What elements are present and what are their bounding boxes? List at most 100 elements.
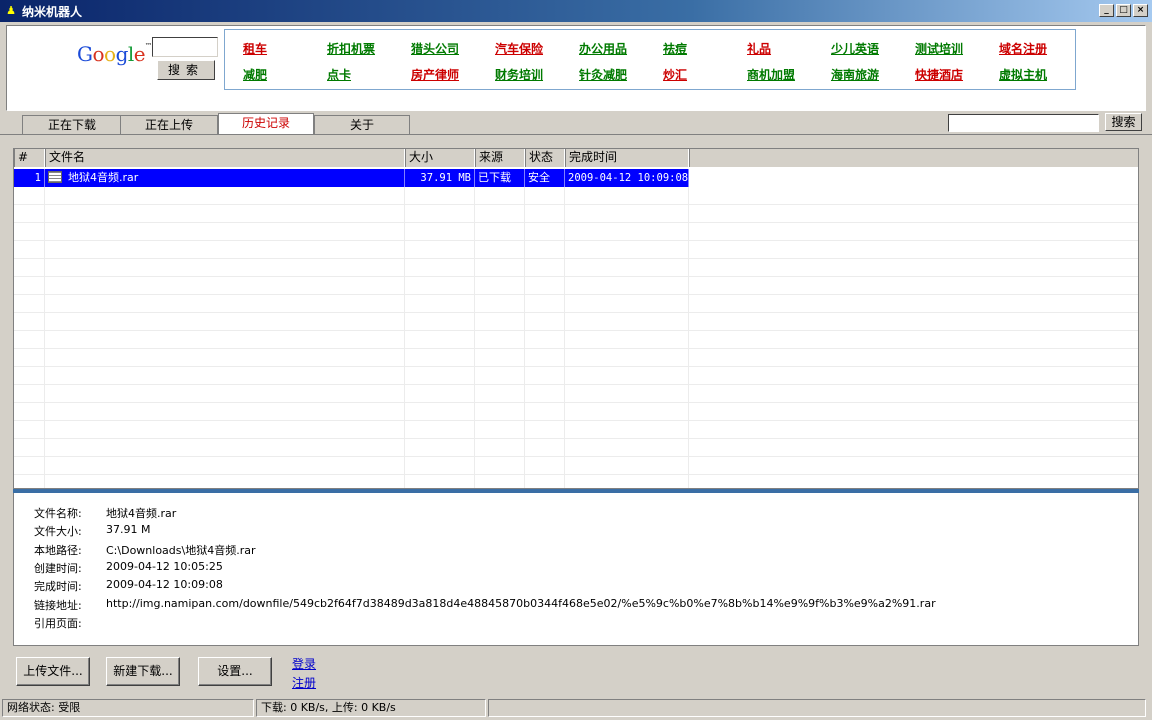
tab-0[interactable]: 正在下载	[22, 115, 122, 134]
cell-empty	[689, 349, 1138, 367]
column-header[interactable]: #	[14, 149, 45, 167]
empty-row[interactable]	[14, 259, 1138, 277]
empty-row[interactable]	[14, 295, 1138, 313]
ad-link[interactable]: 点卡	[327, 66, 351, 83]
ad-link[interactable]: 礼品	[747, 40, 771, 57]
column-header[interactable]: 完成时间	[565, 149, 689, 167]
cell-empty	[565, 295, 689, 313]
login-link[interactable]: 登录	[292, 655, 316, 672]
cell-empty	[45, 439, 405, 457]
ad-link[interactable]: 减肥	[243, 66, 267, 83]
cell-empty	[565, 205, 689, 223]
empty-row[interactable]	[14, 205, 1138, 223]
detail-label: 本地路径:	[34, 543, 82, 557]
table-header: # 文件名 大小 来源 状态 完成时间	[14, 149, 1138, 167]
tab-3[interactable]: 关于	[314, 115, 410, 134]
empty-row[interactable]	[14, 457, 1138, 475]
ad-link[interactable]: 测试培训	[915, 40, 963, 57]
detail-label: 创建时间:	[34, 561, 82, 575]
cell-empty	[565, 457, 689, 475]
search-input[interactable]	[948, 114, 1099, 132]
cell-empty	[405, 475, 475, 488]
cell-empty	[689, 277, 1138, 295]
new-download-button[interactable]: 新建下载...	[106, 657, 180, 686]
cell-empty	[14, 421, 45, 439]
ad-links-box: 租车 折扣机票 猎头公司 汽车保险 办公用品 祛痘 礼品 少儿英语 测试培训 域名注册减肥 点卡 房产…	[224, 29, 1076, 90]
status-empty-panel	[488, 699, 1146, 717]
title-bar: ♟ 纳米机器人 _ □ ×	[0, 0, 1152, 22]
settings-button[interactable]: 设置...	[198, 657, 272, 686]
cell-empty	[525, 313, 565, 331]
column-header[interactable]: 来源	[475, 149, 525, 167]
register-link[interactable]: 注册	[292, 674, 316, 691]
search-button[interactable]: 搜索	[1105, 113, 1142, 131]
google-logo: Google™	[77, 42, 152, 66]
cell-empty	[525, 403, 565, 421]
empty-row[interactable]	[14, 421, 1138, 439]
ad-link[interactable]: 虚拟主机	[999, 66, 1047, 83]
ad-link[interactable]: 海南旅游	[831, 66, 879, 83]
empty-row[interactable]	[14, 367, 1138, 385]
cell-status: 安全	[525, 169, 565, 187]
empty-row[interactable]	[14, 349, 1138, 367]
column-header[interactable]: 状态	[525, 149, 565, 167]
cell-empty	[14, 241, 45, 259]
ad-link[interactable]: 汽车保险	[495, 40, 543, 57]
ad-link[interactable]: 财务培训	[495, 66, 543, 83]
ad-panel: Google™ 搜索 租车 折扣机票 猎头公司 汽车保险 办公用品 祛痘 礼品 少儿英语 测试培…	[6, 25, 1146, 111]
google-search-input[interactable]	[152, 37, 218, 57]
detail-value: 37.91 M	[106, 523, 151, 537]
ad-link[interactable]: 针灸减肥	[579, 66, 627, 83]
cell-empty	[565, 259, 689, 277]
empty-row[interactable]	[14, 313, 1138, 331]
cell-empty	[525, 331, 565, 349]
empty-row[interactable]	[14, 241, 1138, 259]
ad-link[interactable]: 快捷酒店	[915, 66, 963, 83]
column-header[interactable]: 大小	[405, 149, 475, 167]
cell-name: 地狱4音频.rar	[45, 169, 405, 187]
minimize-button[interactable]: _	[1099, 4, 1114, 17]
cell-empty	[45, 403, 405, 421]
ad-link[interactable]: 祛痘	[663, 40, 687, 57]
ad-link[interactable]: 商机加盟	[747, 66, 795, 83]
cell-empty	[525, 277, 565, 295]
cell-empty	[689, 403, 1138, 421]
cell-empty	[689, 241, 1138, 259]
detail-value: 2009-04-12 10:05:25	[106, 559, 223, 573]
ad-link[interactable]: 少儿英语	[831, 40, 879, 57]
ad-link[interactable]: 折扣机票	[327, 40, 375, 57]
ad-link[interactable]: 租车	[243, 40, 267, 57]
ad-link[interactable]: 办公用品	[579, 40, 627, 57]
cell-empty	[525, 367, 565, 385]
cell-empty	[525, 259, 565, 277]
ad-link[interactable]: 炒汇	[663, 66, 687, 83]
empty-row[interactable]	[14, 277, 1138, 295]
upload-file-button[interactable]: 上传文件...	[16, 657, 90, 686]
cell-empty	[14, 187, 45, 205]
cell-empty	[14, 349, 45, 367]
tab-1[interactable]: 正在上传	[120, 115, 218, 134]
empty-row[interactable]	[14, 403, 1138, 421]
empty-row[interactable]	[14, 331, 1138, 349]
history-table[interactable]: # 文件名 大小 来源 状态 完成时间 1 地狱4音频.rar 37.91 MB 已下载 安全 20…	[13, 148, 1139, 489]
close-button[interactable]: ×	[1133, 4, 1148, 17]
cell-empty	[475, 223, 525, 241]
ad-link[interactable]: 域名注册	[999, 40, 1047, 57]
table-row[interactable]: 1 地狱4音频.rar 37.91 MB 已下载 安全 2009-04-12 10:09:…	[14, 169, 1138, 187]
detail-value: 地狱4音频.rar	[106, 507, 177, 520]
ad-link[interactable]: 猎头公司	[411, 40, 459, 57]
archive-file-icon	[48, 171, 62, 183]
cell-empty	[405, 331, 475, 349]
google-search-button[interactable]: 搜索	[157, 60, 215, 80]
tab-2[interactable]: 历史记录	[218, 113, 314, 135]
column-header[interactable]: 文件名	[45, 149, 405, 167]
empty-row[interactable]	[14, 187, 1138, 205]
empty-row[interactable]	[14, 475, 1138, 488]
maximize-button[interactable]: □	[1116, 4, 1131, 17]
cell-empty	[405, 223, 475, 241]
empty-row[interactable]	[14, 385, 1138, 403]
empty-row[interactable]	[14, 439, 1138, 457]
cell-empty	[565, 331, 689, 349]
ad-link[interactable]: 房产律师	[411, 66, 459, 83]
empty-row[interactable]	[14, 223, 1138, 241]
